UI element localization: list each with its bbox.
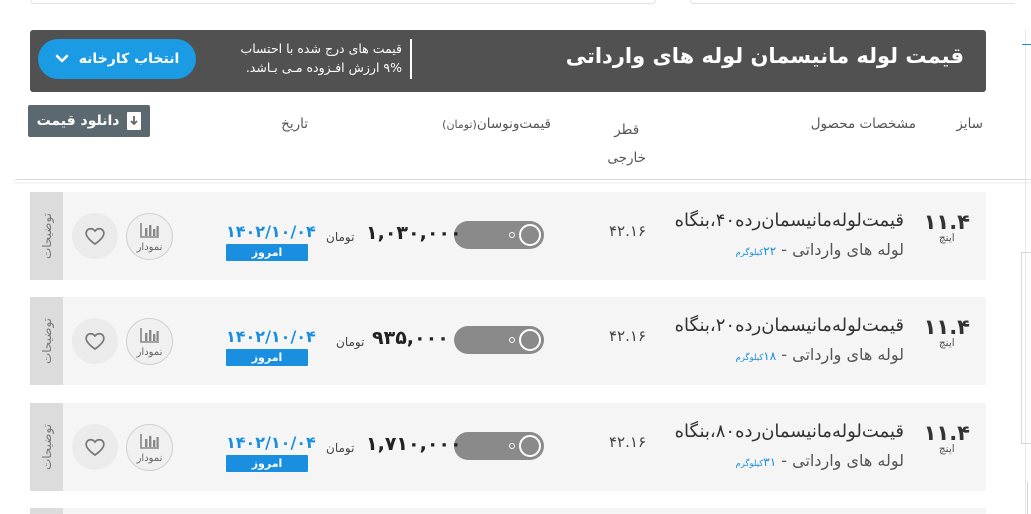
product-name-link[interactable]: قیمت‌لوله‌مانیسمان‌رده۲۰،بنگاه (675, 315, 904, 336)
chart-label: نمودار (136, 242, 163, 253)
chart-button[interactable]: نمودار (126, 318, 173, 365)
column-header-size: سایز (956, 116, 983, 132)
header-divider-line (14, 179, 1031, 182)
row-details-label: توضیحات (39, 212, 54, 260)
table-row: توضیحات ۱۱.۴ اینچ قیمت‌لوله‌مانیسمان‌رده… (30, 403, 986, 491)
column-header-diameter-line2: خارجی (607, 150, 646, 166)
table-row: توضیحات ۱۱.۴ اینچ قیمت‌لوله‌مانیسمان‌رده… (30, 297, 986, 385)
row-currency: تومان (326, 441, 355, 455)
row-size: ۱۱.۴ اینچ (924, 421, 970, 455)
heart-icon (85, 227, 105, 246)
column-header-price-unit: (تومان) (442, 118, 477, 131)
product-subtitle: لوله های وارداتی - ۳۱کیلوگرم (735, 451, 904, 470)
price-table-header: قیمت لوله مانیسمان لوله های وارداتی قیمت… (30, 30, 986, 92)
column-header-spec: مشخصات محصول (810, 116, 916, 132)
row-details-label: توضیحات (39, 317, 54, 365)
download-icon (127, 112, 142, 130)
row-price: ۱,۷۱۰,۰۰۰ (366, 433, 462, 455)
product-category: لوله های وارداتی - (776, 240, 904, 259)
download-price-label: دانلود قیمت (36, 113, 120, 129)
row-currency: تومان (336, 335, 365, 349)
product-subtitle: لوله های وارداتی - ۱۸کیلوگرم (735, 345, 904, 364)
price-trend-toggle[interactable] (454, 221, 544, 249)
product-weight-unit: کیلوگرم (735, 459, 764, 469)
product-weight-unit: کیلوگرم (735, 353, 764, 363)
row-price: ۹۳۵,۰۰۰ (372, 327, 449, 349)
product-weight-unit: کیلوگرم (735, 248, 764, 258)
product-subtitle: لوله های وارداتی - ۲۲کیلوگرم (735, 240, 904, 259)
row-currency: تومان (326, 230, 355, 244)
column-header-diameter-line1: قطر (614, 122, 640, 138)
product-name-link[interactable]: قیمت‌لوله‌مانیسمان‌رده۸۰،بنگاه (675, 421, 904, 442)
product-name-link[interactable]: قیمت‌لوله‌مانیسمان‌رده۴۰،بنگاه (675, 210, 904, 231)
product-category: لوله های وارداتی - (776, 345, 904, 364)
row-size-value: ۱۱.۴ (923, 315, 970, 339)
bar-chart-icon (139, 328, 159, 343)
vat-note-line2: ۹% ارزش افـزوده مـی بـاشد. (245, 60, 402, 75)
price-trend-toggle[interactable] (454, 432, 544, 460)
heart-icon (85, 332, 105, 351)
row-date: ۱۴۰۲/۱۰/۰۴ (226, 222, 316, 241)
top-card-edge-right (690, 0, 1015, 4)
product-weight: ۱۸ (763, 349, 777, 363)
row-details-tab[interactable]: توضیحات (30, 403, 63, 491)
select-factory-button[interactable]: انتخاب کارخانه (38, 39, 196, 79)
column-header-date: تاریخ (281, 116, 308, 132)
product-weight: ۳۱ (763, 455, 777, 469)
bar-chart-icon (139, 223, 159, 238)
header-divider (410, 39, 412, 79)
row-price: ۱,۰۳۰,۰۰۰ (366, 222, 462, 244)
select-factory-label: انتخاب کارخانه (78, 51, 180, 67)
download-price-button[interactable]: دانلود قیمت (28, 105, 150, 137)
row-size: ۱۱.۴ اینچ (924, 315, 970, 349)
chart-label: نمودار (136, 453, 163, 464)
favorite-button[interactable] (72, 318, 118, 364)
favorite-button[interactable] (72, 424, 118, 470)
price-trend-toggle[interactable] (454, 326, 544, 354)
column-header-price-label: قیمت‌ونوسان (476, 116, 551, 132)
row-diameter: ۴۲.۱۶ (609, 327, 646, 345)
column-header-price: قیمت‌ونوسان(تومان) (442, 116, 551, 132)
row-details-tab[interactable]: توضیحات (30, 297, 63, 385)
row-diameter: ۴۲.۱۶ (609, 222, 646, 240)
chart-button[interactable]: نمودار (126, 213, 173, 260)
top-card-edge (30, 0, 656, 4)
row-details-tab[interactable]: توضیحات (30, 192, 63, 280)
today-badge: امروز (226, 455, 308, 472)
row-details-tab[interactable] (30, 508, 63, 514)
row-date: ۱۴۰۲/۱۰/۰۴ (226, 327, 316, 346)
table-row-partial (30, 508, 986, 514)
page-title: قیمت لوله مانیسمان لوله های وارداتی (565, 44, 964, 68)
chart-button[interactable]: نمودار (126, 424, 173, 471)
row-details-label: توضیحات (39, 423, 54, 471)
bar-chart-icon (139, 434, 159, 449)
product-weight: ۲۲ (763, 244, 777, 258)
today-badge: امروز (226, 244, 308, 261)
heart-icon (85, 438, 105, 457)
row-diameter: ۴۲.۱۶ (609, 433, 646, 451)
vat-note-line1: قیمت های درج شده با احتساب (240, 41, 402, 56)
today-badge: امروز (226, 349, 308, 366)
chart-label: نمودار (136, 347, 163, 358)
product-category: لوله های وارداتی - (776, 451, 904, 470)
row-size-value: ۱۱.۴ (923, 210, 970, 234)
row-size: ۱۱.۴ اینچ (924, 210, 970, 244)
vat-note: قیمت های درج شده با احتساب ۹% ارزش افـزو… (220, 39, 402, 77)
favorite-button[interactable] (72, 213, 118, 259)
right-panel-card (1021, 252, 1031, 444)
chevron-down-icon (55, 54, 68, 63)
table-row: توضیحات ۱۱.۴ اینچ قیمت‌لوله‌مانیسمان‌رده… (30, 192, 986, 280)
column-header-diameter: قطر خارجی (607, 116, 646, 172)
right-panel-card-bottom (1027, 482, 1031, 514)
row-size-value: ۱۱.۴ (923, 421, 970, 445)
row-date: ۱۴۰۲/۱۰/۰۴ (226, 433, 316, 452)
